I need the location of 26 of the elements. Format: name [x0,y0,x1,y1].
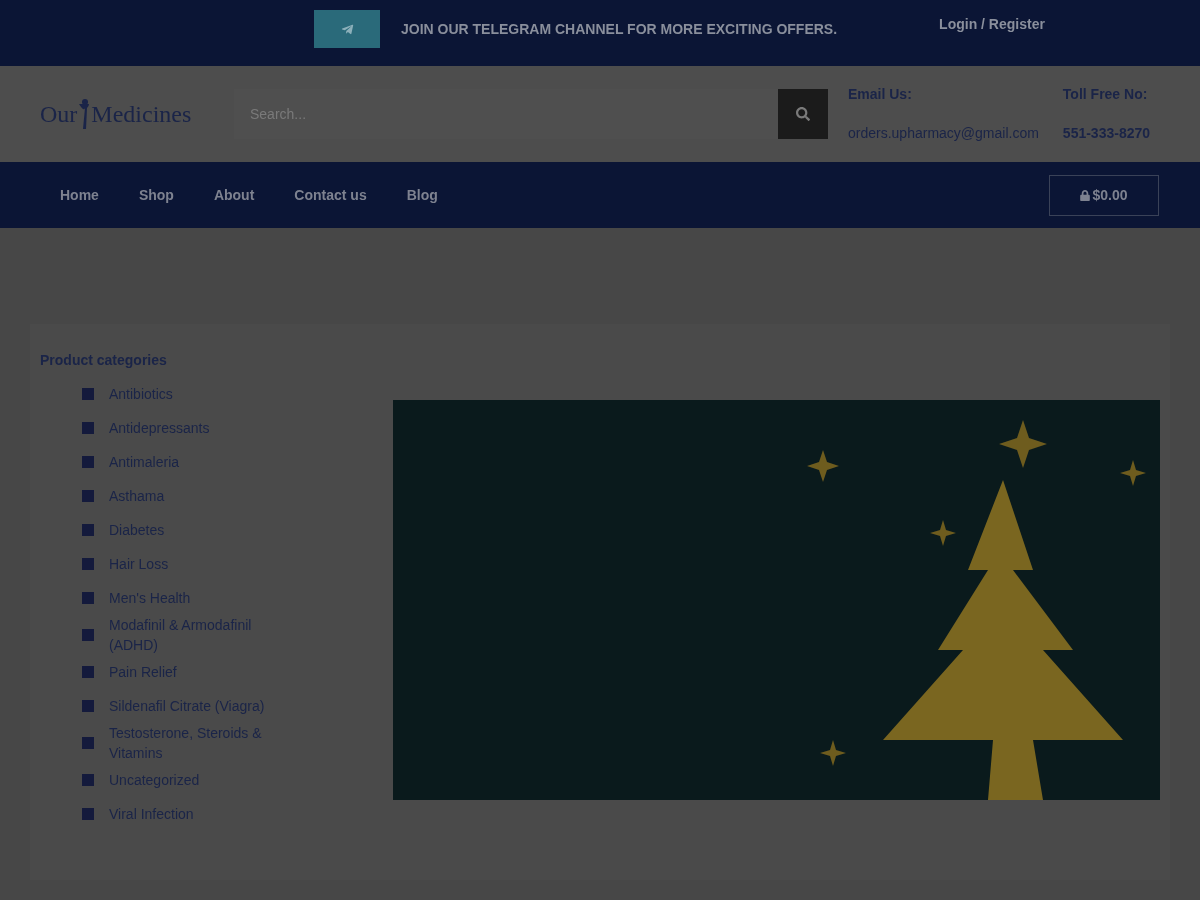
bullet-icon [82,456,94,468]
nav-link[interactable]: About [193,184,275,206]
lock-icon [1080,189,1091,201]
cart-button[interactable]: $0.00 [1049,174,1159,216]
search-button[interactable] [778,89,828,139]
bullet-icon [82,422,94,434]
bullet-icon [82,700,94,712]
bullet-icon [82,774,94,786]
nav-link[interactable]: Shop [118,184,194,206]
bullet-icon [82,558,94,570]
bullet-icon [82,808,94,820]
bullet-icon [82,592,94,604]
bullet-icon [82,524,94,536]
login-register-link[interactable]: Login / Register [939,14,1045,35]
search-icon [796,107,810,121]
promo-text: JOIN OUR TELEGRAM CHANNEL FOR MORE EXCITING OFFERS. [401,19,838,39]
nav-link[interactable]: Contact us [274,184,387,206]
bullet-icon [82,666,94,678]
bullet-icon [82,490,94,502]
bullet-icon [82,737,94,749]
nav-link[interactable]: Home [40,184,119,206]
figure-icon [78,98,91,130]
nav-link[interactable]: Blog [386,184,458,206]
telegram-icon [340,22,354,36]
bullet-icon [82,629,94,641]
bullet-icon [82,388,94,400]
